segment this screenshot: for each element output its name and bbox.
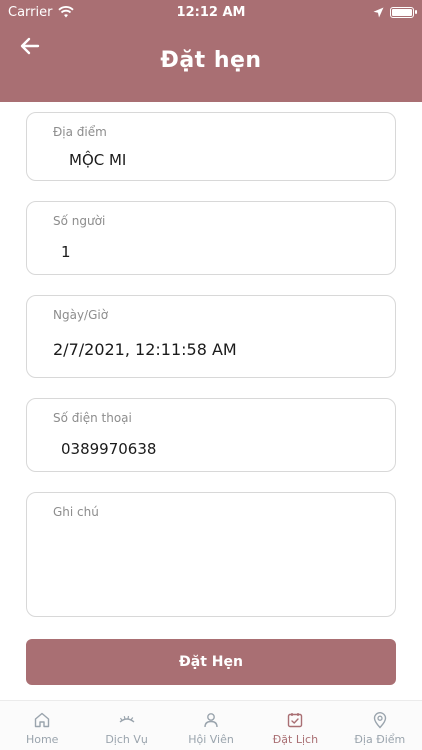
datetime-label: Ngày/Giờ	[53, 308, 109, 322]
location-field[interactable]: Địa điểm MỘC MI	[26, 112, 396, 181]
page-title: Đặt hẹn	[160, 48, 262, 73]
people-count-value: 1	[61, 243, 71, 261]
tab-booking[interactable]: Đặt Lịch	[253, 701, 337, 750]
status-right	[373, 6, 417, 18]
booking-form: Địa điểm MỘC MI Số người 1 Ngày/Giờ 2/7/…	[26, 112, 396, 637]
status-left: Carrier	[8, 4, 75, 20]
tab-booking-label: Đặt Lịch	[272, 733, 319, 746]
note-field[interactable]: Ghi chú	[26, 492, 396, 617]
tab-members[interactable]: Hội Viên	[169, 701, 253, 750]
datetime-field[interactable]: Ngày/Giờ 2/7/2021, 12:11:58 AM	[26, 295, 396, 378]
tab-locations-label: Địa Điểm	[354, 733, 406, 746]
book-appointment-button[interactable]: Đặt Hẹn	[26, 639, 396, 685]
battery-icon	[390, 6, 417, 18]
people-count-field[interactable]: Số người 1	[26, 201, 396, 275]
tab-home-label: Home	[25, 733, 59, 746]
tab-services-label: Dịch Vụ	[105, 733, 148, 746]
app-header: Đặt hẹn	[0, 24, 422, 102]
location-label: Địa điểm	[53, 125, 107, 139]
calendar-check-icon	[288, 713, 303, 728]
location-value: MỘC MI	[69, 151, 127, 169]
phone-value: 0389970638	[61, 440, 157, 458]
location-arrow-icon	[373, 7, 384, 17]
wifi-icon	[58, 6, 75, 18]
carrier-label: Carrier	[8, 4, 53, 20]
location-pin-icon	[373, 712, 387, 729]
note-label: Ghi chú	[53, 505, 99, 519]
phone-field[interactable]: Số điện thoại 0389970638	[26, 398, 396, 472]
tab-home[interactable]: Home	[0, 701, 84, 750]
tab-members-label: Hội Viên	[188, 733, 234, 746]
tab-bar: Home Dịch Vụ Hội Viên Đặt Lịch Địa Điểm	[0, 700, 422, 750]
datetime-value: 2/7/2021, 12:11:58 AM	[53, 340, 237, 359]
phone-label: Số điện thoại	[53, 411, 132, 425]
people-count-label: Số người	[53, 214, 106, 228]
member-icon	[204, 713, 218, 728]
tab-locations[interactable]: Địa Điểm	[338, 701, 422, 750]
status-bar: Carrier 12:12 AM	[0, 0, 422, 24]
home-icon	[35, 712, 50, 728]
tab-services[interactable]: Dịch Vụ	[84, 701, 168, 750]
eyelash-icon	[119, 715, 135, 723]
